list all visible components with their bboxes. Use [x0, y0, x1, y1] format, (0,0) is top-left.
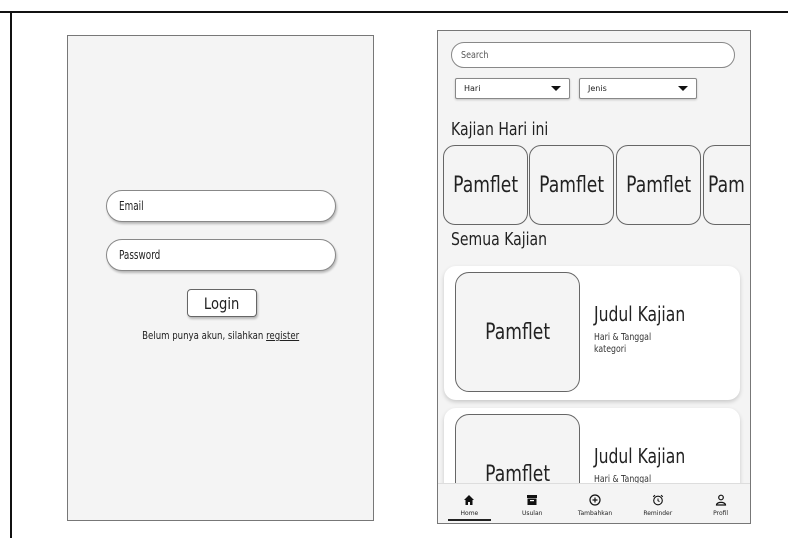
pamflet-card[interactable]: Pam [703, 145, 750, 225]
plus-circle-icon [588, 493, 602, 507]
caret-down-icon [678, 86, 688, 91]
nav-label-profil: Profil [713, 509, 729, 517]
email-placeholder: Email [119, 199, 144, 213]
alarm-icon [651, 493, 665, 507]
pamflet-card[interactable]: Pamflet [616, 145, 701, 225]
active-tab-indicator [448, 519, 491, 521]
kajian-card[interactable]: Pamflet Judul Kajian Hari & Tanggal kate… [444, 266, 740, 400]
register-link[interactable]: register [266, 329, 299, 342]
nav-item-reminder[interactable]: Reminder [626, 484, 689, 523]
nav-label-usulan: Usulan [521, 509, 543, 517]
bottom-navigation: Home Usulan Tambahkan Reminder Profil [438, 483, 750, 523]
kajian-thumb-label: Pamflet [485, 319, 550, 345]
person-icon [714, 493, 728, 507]
pamflet-card[interactable]: Pamflet [443, 145, 528, 225]
app-home-screen: Search Hari Jenis Kajian Hari ini Pamfle… [437, 30, 751, 524]
nav-item-profil[interactable]: Profil [689, 484, 750, 523]
password-field[interactable]: Password [106, 239, 336, 271]
kajian-title: Judul Kajian [594, 302, 686, 326]
pamflet-label: Pamflet [539, 172, 604, 198]
frame-border-left [10, 11, 12, 538]
frame-border-top [0, 11, 788, 13]
nav-item-usulan[interactable]: Usulan [501, 484, 564, 523]
caret-down-icon [551, 86, 561, 91]
pamflet-label: Pamflet [453, 172, 518, 198]
nav-item-tambahkan[interactable]: Tambahkan [564, 484, 627, 523]
nav-item-home[interactable]: Home [438, 484, 501, 523]
nav-label-tambahkan: Tambahkan [577, 509, 613, 517]
login-screen: Email Password Login Belum punya akun, s… [67, 35, 374, 521]
search-placeholder: Search [461, 49, 489, 61]
kajian-date: Hari & Tanggal [594, 332, 652, 343]
pamflet-label: Pamflet [626, 172, 691, 198]
home-icon [462, 493, 476, 507]
email-field[interactable]: Email [106, 190, 336, 222]
archive-icon [525, 493, 539, 507]
pamflet-card[interactable]: Pamflet [529, 145, 614, 225]
jenis-dropdown[interactable]: Jenis [579, 78, 697, 99]
login-button[interactable]: Login [187, 289, 257, 317]
login-button-label: Login [204, 293, 240, 313]
register-prompt: Belum punya akun, silahkan register [68, 329, 373, 342]
nav-label-reminder: Reminder [643, 509, 673, 517]
search-input[interactable]: Search [451, 42, 735, 68]
pamflet-label: Pam [708, 172, 745, 198]
password-placeholder: Password [119, 248, 161, 262]
register-text: Belum punya akun, silahkan [141, 329, 266, 342]
section-title-all: Semua Kajian [451, 229, 548, 250]
kajian-thumbnail: Pamflet [455, 272, 580, 392]
kajian-title: Judul Kajian [594, 444, 686, 468]
kajian-category: kategori [594, 344, 627, 355]
jenis-dropdown-label: Jenis [588, 84, 607, 93]
section-title-today: Kajian Hari ini [451, 119, 549, 140]
hari-dropdown-label: Hari [464, 84, 481, 93]
nav-label-home: Home [460, 509, 479, 517]
hari-dropdown[interactable]: Hari [455, 78, 570, 99]
